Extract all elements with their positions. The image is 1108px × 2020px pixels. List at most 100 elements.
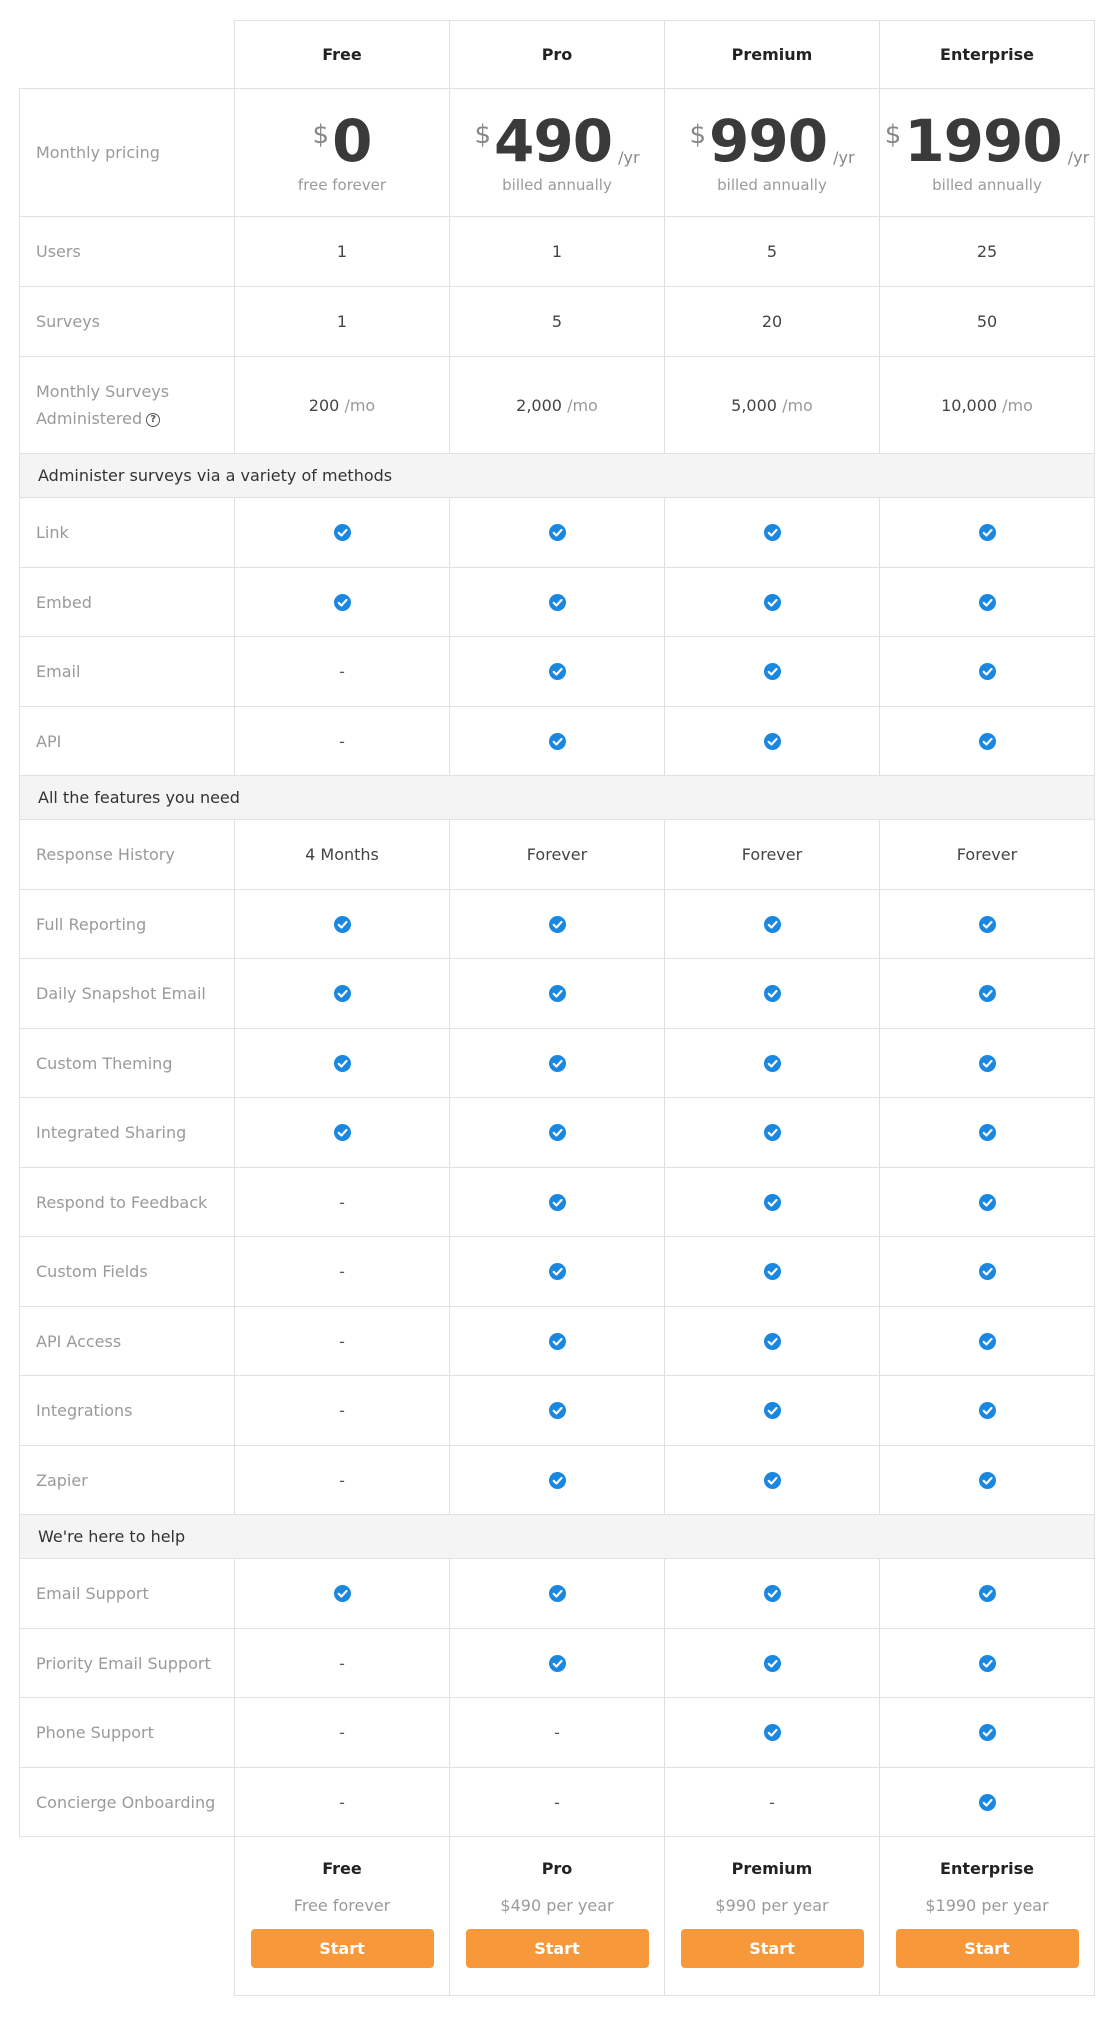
check-circle-icon [978, 593, 996, 611]
feature-included [234, 567, 449, 636]
feature-value: Forever [664, 819, 879, 889]
section-header: Administer surveys via a variety of meth… [19, 453, 1095, 497]
check-circle-icon [763, 663, 781, 680]
header-spacer [19, 20, 234, 88]
feature-included [664, 1097, 879, 1167]
footer-plan-name: Premium [731, 1859, 813, 1878]
start-button-pro[interactable]: Start [465, 1929, 649, 1968]
plan-header-free: Free [234, 20, 449, 88]
feature-included [449, 889, 664, 958]
feature-row: Full Reporting [19, 889, 1095, 958]
limit-value: 20 [664, 286, 879, 356]
feature-row: Phone Support - - [19, 1697, 1095, 1767]
row-label: Users [19, 216, 234, 286]
feature-included [449, 1236, 664, 1306]
row-label: Email Support [19, 1558, 234, 1628]
row-label: Daily Snapshot Email [19, 958, 234, 1028]
dash-icon: - [339, 1401, 345, 1420]
feature-not-included: - [234, 1375, 449, 1445]
feature-included [449, 497, 664, 567]
row-label: Embed [19, 567, 234, 636]
check-circle-icon [978, 1402, 996, 1419]
limit-value: 1 [234, 286, 449, 356]
start-button-premium[interactable]: Start [680, 1929, 864, 1968]
feature-included [449, 1306, 664, 1375]
feature-row: Embed [19, 567, 1095, 636]
check-circle-icon [763, 1724, 781, 1741]
feature-row: Concierge Onboarding - - - [19, 1767, 1095, 1836]
section-header: We're here to help [19, 1514, 1095, 1558]
currency-symbol: $ [312, 119, 330, 150]
feature-row: Link [19, 497, 1095, 567]
row-label: Monthly Surveys Administered? [19, 356, 234, 453]
feature-included [879, 706, 1095, 775]
row-label: Full Reporting [19, 889, 234, 958]
feature-row: Response History 4 Months Forever Forever Fo… [19, 819, 1095, 889]
check-circle-icon [978, 1585, 996, 1602]
dash-icon: - [554, 1723, 560, 1742]
check-circle-icon [978, 663, 996, 680]
pricing-row: Monthly pricing $ 0 free forever $ 490 /… [19, 88, 1095, 216]
billing-note: billed annually [717, 175, 827, 194]
price-period: /yr [833, 147, 855, 167]
row-label: Custom Theming [19, 1028, 234, 1097]
footer-plan-name: Pro [541, 1859, 573, 1878]
check-circle-icon [763, 1585, 781, 1602]
feature-row: Custom Fields - [19, 1236, 1095, 1306]
check-circle-icon [548, 985, 566, 1002]
feature-row: Email - [19, 636, 1095, 706]
feature-included [664, 706, 879, 775]
question-circle-icon[interactable]: ? [146, 412, 161, 427]
feature-included [879, 889, 1095, 958]
check-circle-icon [763, 1263, 781, 1280]
limit-value: 5,000 /mo [664, 356, 879, 453]
check-circle-icon [333, 593, 351, 611]
start-button-free[interactable]: Start [250, 1929, 434, 1968]
feature-included [879, 958, 1095, 1028]
row-label-line1: Monthly Surveys [36, 382, 170, 401]
row-label: Monthly pricing [19, 88, 234, 216]
feature-row: Custom Theming [19, 1028, 1095, 1097]
limit-row-surveys: Surveys 1 5 20 50 [19, 286, 1095, 356]
feature-included [664, 1167, 879, 1236]
feature-row: Respond to Feedback - [19, 1167, 1095, 1236]
feature-included [449, 1558, 664, 1628]
limit-unit: /mo [1002, 395, 1033, 415]
limit-value: 5 [664, 216, 879, 286]
billing-note: billed annually [932, 175, 1042, 194]
row-label: Integrations [19, 1375, 234, 1445]
limit-value: 50 [879, 286, 1095, 356]
start-button-enterprise[interactable]: Start [895, 1929, 1079, 1968]
feature-not-included: - [664, 1767, 879, 1836]
dash-icon: - [339, 1723, 345, 1742]
check-circle-icon [763, 1654, 781, 1672]
dash-icon: - [339, 662, 345, 681]
feature-included [664, 1558, 879, 1628]
row-label: Integrated Sharing [19, 1097, 234, 1167]
feature-value: Forever [879, 819, 1095, 889]
feature-included [664, 1375, 879, 1445]
price-amount: 490 [494, 106, 613, 175]
check-circle-icon [763, 732, 781, 750]
feature-included [449, 1097, 664, 1167]
feature-included [879, 1445, 1095, 1514]
feature-included [664, 567, 879, 636]
check-circle-icon [548, 1654, 566, 1672]
check-circle-icon [978, 915, 996, 933]
feature-included [664, 1236, 879, 1306]
footer-plan-price: $1990 per year [925, 1896, 1049, 1915]
limit-unit: /mo [567, 395, 598, 415]
plan-header-premium: Premium [664, 20, 879, 88]
feature-included [664, 1697, 879, 1767]
check-circle-icon [763, 985, 781, 1002]
row-label: Concierge Onboarding [19, 1767, 234, 1836]
row-label: Link [19, 497, 234, 567]
footer-plan-pro: Pro $490 per year Start [449, 1836, 664, 1996]
currency-symbol: $ [474, 119, 492, 150]
row-label: Priority Email Support [19, 1628, 234, 1697]
feature-included [879, 1558, 1095, 1628]
check-circle-icon [333, 524, 351, 541]
price-amount: 990 [709, 106, 828, 175]
row-label: API Access [19, 1306, 234, 1375]
feature-included [234, 889, 449, 958]
